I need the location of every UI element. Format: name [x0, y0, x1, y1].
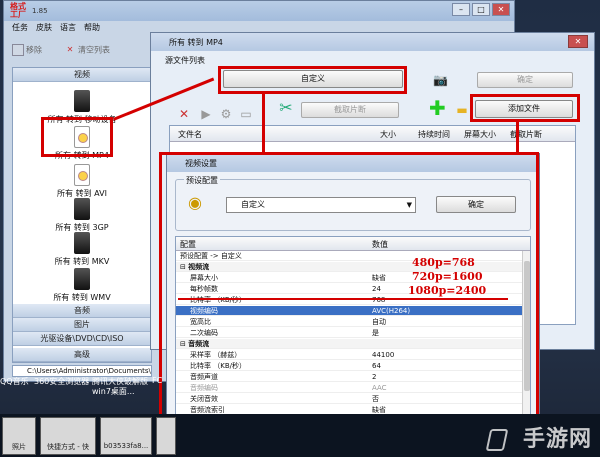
col-duration[interactable]: 持续时间 [418, 129, 450, 140]
col-filename[interactable]: 文件名 [178, 129, 202, 140]
category-advanced[interactable]: 高级 [13, 348, 151, 362]
watermark-logo [485, 429, 509, 451]
category-audio[interactable]: 音频 [13, 304, 151, 318]
category-video[interactable]: 视频 [13, 68, 151, 82]
highlight-custom-button [218, 66, 407, 94]
highlight-video-settings [159, 152, 539, 457]
desktop-icons: QQ音乐 360安全浏览器 腾讯大侠破解版 win7桌面... FC [0, 376, 170, 416]
menu-bar: 任务 皮肤 语言 帮助 [4, 21, 154, 35]
minimize-button[interactable]: – [452, 3, 470, 16]
main-title-bar: 格式 工厂 1.85 – □ ✕ [4, 1, 514, 21]
menu-skin[interactable]: 皮肤 [36, 21, 52, 35]
menu-task[interactable]: 任务 [12, 21, 28, 35]
mp4-dialog-title-bar: 所有 转到 MP4 ✕ [151, 33, 594, 51]
remove-button[interactable]: 移除 [12, 44, 42, 56]
app-logo: 格式 工厂 [10, 2, 26, 19]
watermark: 手游网 [522, 427, 592, 452]
sidebar-item-avi[interactable]: 所有 转到 AVI [13, 164, 151, 199]
clear-list-button[interactable]: ✕ 清空列表 [64, 44, 110, 56]
connector-line [516, 121, 519, 154]
desktop-icon-360[interactable]: 360安全浏览器 [34, 376, 89, 387]
highlight-add-file-button [470, 94, 580, 122]
file-table-header: 文件名 大小 持续时间 屏幕大小 截取片断 [170, 126, 575, 142]
mp4-ok-button[interactable]: 确定 [477, 72, 573, 88]
col-size[interactable]: 大小 [380, 129, 396, 140]
desktop-icon-qqmusic[interactable]: QQ音乐 [0, 376, 29, 387]
mkv-icon [74, 232, 90, 254]
mobile-device-icon [74, 90, 90, 112]
col-screen-size[interactable]: 屏幕大小 [464, 129, 496, 140]
main-toolbar: 移除 ✕ 清空列表 [4, 39, 154, 65]
close-button[interactable]: ✕ [492, 3, 510, 16]
scissors-icon[interactable]: ✂ [279, 100, 293, 116]
sidebar-item-mkv[interactable]: 所有 转到 MKV [13, 232, 151, 267]
menu-help[interactable]: 帮助 [84, 21, 100, 35]
add-icon[interactable]: ✚ [429, 98, 446, 118]
source-list-label: 源文件列表 [165, 56, 205, 65]
maximize-button[interactable]: □ [472, 3, 490, 16]
bitrate-underline [178, 298, 508, 300]
mp4-close-button[interactable]: ✕ [568, 35, 588, 48]
wmv-icon [74, 268, 90, 290]
desktop-icon-fc[interactable]: FC [152, 376, 162, 385]
delete-icon: ✕ [66, 45, 74, 54]
delete-icon[interactable]: ✕ [177, 107, 191, 121]
col-clip[interactable]: 截取片断 [510, 129, 542, 140]
menu-language[interactable]: 语言 [60, 21, 76, 35]
camera-icon: 📷 [433, 73, 448, 87]
media-info-icon[interactable]: ▭ [239, 107, 253, 121]
highlight-mp4-item [41, 117, 113, 157]
avi-icon [74, 164, 90, 186]
mp4-dialog-title: 所有 转到 MP4 [169, 38, 223, 47]
play-icon[interactable]: ▶ [199, 107, 213, 121]
3gp-icon [74, 198, 90, 220]
sidebar-item-wmv[interactable]: 所有 转到 WMV [13, 268, 151, 303]
sidebar-item-3gp[interactable]: 所有 转到 3GP [13, 198, 151, 233]
taskbar-thumb-image[interactable]: b03533fa8... [100, 417, 152, 455]
connector-line [262, 93, 265, 153]
page-icon [12, 44, 24, 56]
desktop-icon-win7[interactable]: win7桌面... [92, 386, 135, 397]
taskbar-thumb-photos[interactable]: 照片 [2, 417, 36, 455]
clip-segment-button[interactable]: 截取片断 [301, 102, 399, 118]
taskbar-thumb-shortcut[interactable]: 快捷方式 - 快 [40, 417, 96, 455]
settings-icon[interactable]: ⚙ [219, 107, 233, 121]
category-disc[interactable]: 光驱设备\DVD\CD\ISO [13, 332, 151, 346]
category-image[interactable]: 图片 [13, 318, 151, 332]
folder-icon[interactable]: ▬ [455, 103, 469, 117]
taskbar: 照片 快捷方式 - 快 b03533fa8... 手游网 [0, 414, 600, 457]
main-window-title: 1.85 [32, 7, 48, 15]
taskbar-thumb-other[interactable] [156, 417, 176, 455]
